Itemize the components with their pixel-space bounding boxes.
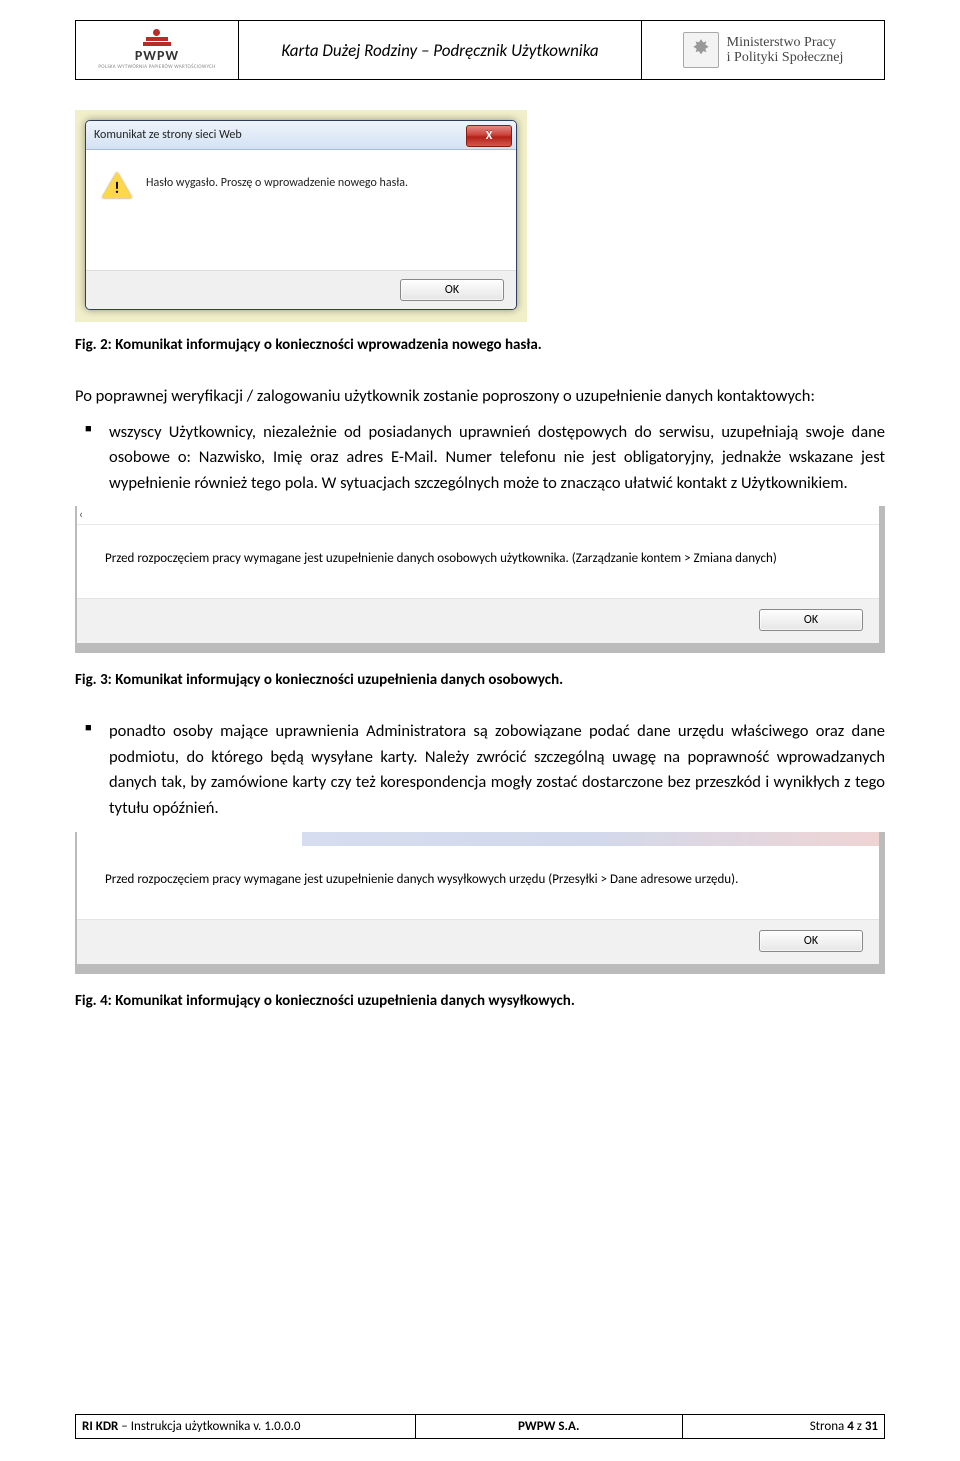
dialog-message: Przed rozpoczęciem pracy wymagane jest u… [77, 525, 879, 598]
footer-page-number: Strona 4 z 31 [682, 1415, 884, 1439]
bullet-2-text: ponadto osoby mające uprawnienia Adminis… [109, 719, 885, 821]
ok-button[interactable]: OK [759, 930, 863, 952]
ministry-line2: i Polityki Społecznej [727, 50, 844, 65]
figure-3-caption: Fig. 3: Komunikat informujący o konieczn… [75, 671, 885, 689]
pwpw-logo-subtext: POLSKA WYTWÓRNIA PAPIERÓW WARTOŚCIOWYCH [98, 64, 215, 70]
dialog-shipping-data: Przed rozpoczęciem pracy wymagane jest u… [75, 832, 885, 974]
dialog-password-expired: Komunikat ze strony sieci Web X ! Hasło … [85, 120, 517, 310]
close-button[interactable]: X [466, 125, 512, 147]
ok-button[interactable]: OK [400, 279, 504, 301]
dialog-personal-data: ‹ Przed rozpoczęciem pracy wymagane jest… [75, 506, 885, 653]
figure-4-caption: Fig. 4: Komunikat informujący o konieczn… [75, 992, 885, 1010]
list-item: ponadto osoby mające uprawnienia Adminis… [75, 719, 885, 821]
close-icon: X [486, 129, 493, 143]
bullet-1-text: wszyscy Użytkownicy, niezależnie od posi… [109, 420, 885, 497]
footer-company: PWPW S.A. [415, 1415, 682, 1439]
dialog-message: Hasło wygasło. Proszę o wprowadzenie now… [146, 172, 408, 190]
dialog-message: Przed rozpoczęciem pracy wymagane jest u… [77, 846, 879, 919]
eagle-emblem-icon [683, 32, 719, 68]
list-item: wszyscy Użytkownicy, niezależnie od posi… [75, 420, 885, 497]
figure-2-caption: Fig. 2: Komunikat informujący o konieczn… [75, 336, 885, 354]
ministry-line1: Ministerstwo Pracy [727, 35, 844, 50]
dialog-title: Komunikat ze strony sieci Web [94, 128, 242, 142]
warning-icon: ! [102, 172, 132, 200]
page-footer: RI KDR – Instrukcja użytkownika v. 1.0.0… [75, 1414, 885, 1439]
pwpw-logo-text: PWPW [98, 47, 215, 64]
header-logo-ministry: Ministerstwo Pracy i Polityki Społecznej [642, 21, 885, 80]
intro-paragraph: Po poprawnej weryfikacji / zalogowaniu u… [75, 384, 885, 410]
document-title: Karta Dużej Rodziny – Podręcznik Użytkow… [239, 21, 642, 80]
header-logo-pwpw: PWPW POLSKA WYTWÓRNIA PAPIERÓW WARTOŚCIO… [76, 21, 239, 80]
figure-2: Komunikat ze strony sieci Web X ! Hasło … [75, 110, 885, 322]
footer-doc-id: RI KDR – Instrukcja użytkownika v. 1.0.0… [76, 1415, 416, 1439]
document-header: PWPW POLSKA WYTWÓRNIA PAPIERÓW WARTOŚCIO… [75, 20, 885, 80]
ok-button[interactable]: OK [759, 609, 863, 631]
